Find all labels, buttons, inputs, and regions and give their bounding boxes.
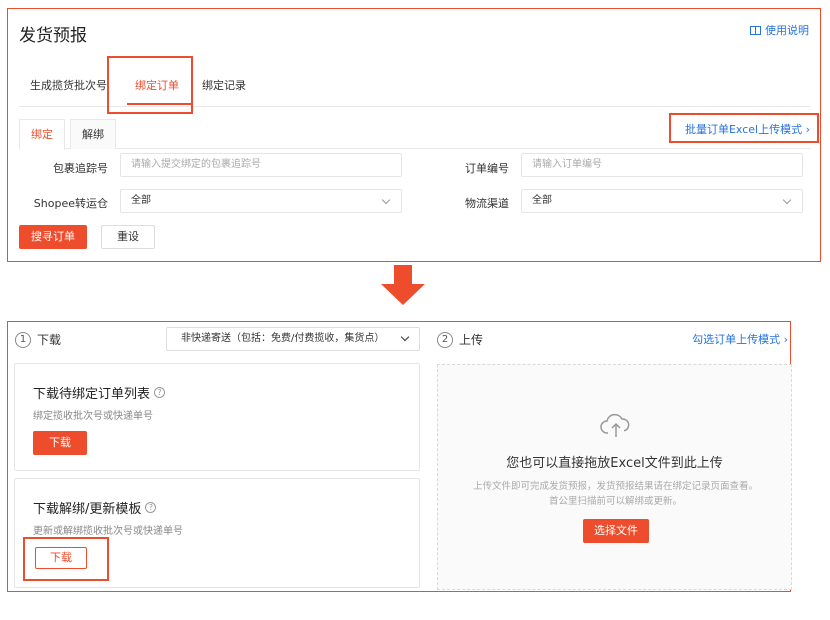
download-pending-button[interactable]: 下载 — [33, 431, 87, 455]
help-label: 使用说明 — [765, 24, 809, 37]
warehouse-value: 全部 — [131, 195, 151, 206]
search-order-button[interactable]: 搜寻订单 — [19, 225, 87, 249]
choose-file-button[interactable]: 选择文件 — [583, 519, 649, 543]
download-pending-card: 下载待绑定订单列表 ? 绑定揽收批次号或快递单号 下载 — [14, 363, 420, 471]
card-subtitle: 绑定揽收批次号或快递单号 — [33, 411, 153, 422]
book-icon — [750, 25, 761, 35]
down-arrow-icon — [381, 265, 425, 305]
card-title: 下载待绑定订单列表 ? — [33, 383, 166, 402]
step-number: 1 — [15, 331, 31, 348]
page-title: 发货预报 — [19, 26, 87, 46]
order-input[interactable]: 请输入订单编号 — [521, 153, 803, 177]
highlight-box-download — [23, 537, 109, 581]
file-drop-zone[interactable]: 您也可以直接拖放Excel文件到此上传 上传文件即可完成发货预报，发货预报结果请… — [437, 364, 792, 590]
upload-description: 上传文件即可完成发货预报，发货预报结果请在绑定记录页面查看。首公里扫描前可以解绑… — [472, 481, 758, 507]
chevron-down-icon — [400, 332, 410, 342]
select-order-upload-link[interactable]: 勾选订单上传模式 › — [692, 331, 788, 347]
question-icon[interactable]: ? — [145, 502, 157, 513]
batch-excel-upload-label: 批量订单Excel上传模式 — [684, 123, 803, 136]
select-order-upload-label: 勾选订单上传模式 — [692, 333, 781, 346]
channel-value: 全部 — [532, 195, 552, 206]
subtab-bind[interactable]: 绑定 — [19, 119, 65, 150]
warehouse-label: Shopee转运仓 — [33, 197, 108, 210]
highlight-box-tab — [107, 56, 193, 114]
step-label: 下载 — [37, 333, 62, 347]
card-subtitle: 更新或解绑揽收批次号或快递单号 — [33, 526, 183, 537]
card-title-text: 下载待绑定订单列表 — [33, 387, 151, 402]
step-download: 1 下载 — [15, 331, 61, 348]
channel-select[interactable]: 全部 — [521, 189, 803, 213]
tab-generate-batch[interactable]: 生成揽货批次号 — [30, 77, 107, 93]
step-label: 上传 — [459, 333, 484, 347]
upload-title: 您也可以直接拖放Excel文件到此上传 — [506, 456, 723, 471]
chevron-right-icon: › — [805, 123, 810, 136]
step-upload: 2 上传 — [437, 331, 483, 348]
bind-order-panel: 发货预报 使用说明 生成揽货批次号 绑定订单 绑定记录 绑定 解绑 批量订单Ex… — [7, 8, 821, 262]
step-number: 2 — [437, 331, 453, 348]
warehouse-select[interactable]: 全部 — [120, 189, 402, 213]
shipping-type-value: 非快递寄送（包括：免费/付费揽收，集货点） — [181, 333, 385, 344]
tab-bind-records[interactable]: 绑定记录 — [202, 77, 246, 93]
card-title-text: 下载解绑/更新模板 — [33, 502, 142, 517]
batch-excel-upload-link[interactable]: 批量订单Excel上传模式 › — [685, 121, 810, 137]
tracking-label: 包裹追踪号 — [53, 162, 108, 175]
chevron-down-icon — [782, 195, 792, 205]
reset-button[interactable]: 重设 — [101, 225, 155, 249]
subtab-unbind[interactable]: 解绑 — [70, 119, 116, 149]
channel-label: 物流渠道 — [465, 197, 509, 210]
help-link[interactable]: 使用说明 — [750, 22, 809, 38]
order-label: 订单编号 — [465, 162, 509, 175]
question-icon[interactable]: ? — [154, 387, 166, 398]
upload-download-panel: 1 下载 非快递寄送（包括：免费/付费揽收，集货点） 下载待绑定订单列表 ? 绑… — [7, 321, 792, 592]
shipping-type-dropdown[interactable]: 非快递寄送（包括：免费/付费揽收，集货点） — [166, 327, 420, 351]
tracking-input[interactable]: 请输入提交绑定的包裹追踪号 — [120, 153, 402, 177]
chevron-down-icon — [381, 195, 391, 205]
card-title: 下载解绑/更新模板 ? — [33, 498, 157, 517]
cloud-upload-icon — [600, 413, 630, 437]
chevron-right-icon: › — [783, 333, 788, 346]
